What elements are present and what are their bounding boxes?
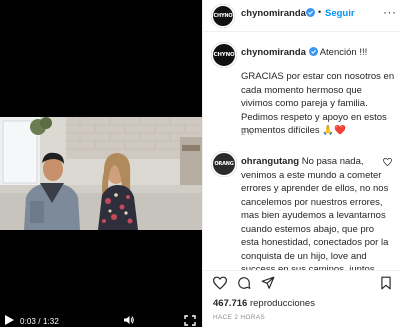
- play-icon[interactable]: [5, 315, 14, 325]
- volume-icon[interactable]: [124, 315, 134, 325]
- avatar-logo-text: ORANG: [214, 161, 234, 167]
- follow-button[interactable]: Seguir: [325, 8, 355, 19]
- post-date[interactable]: HACE 2 HORAS: [213, 314, 265, 321]
- bookmark-icon[interactable]: [379, 276, 393, 290]
- instagram-post-modal: 0:03 / 1:32 CHYNO chynomiranda • Seguir …: [0, 0, 400, 327]
- video-time-readout: 0:03 / 1:32: [20, 317, 59, 326]
- author-username[interactable]: chynomiranda: [241, 8, 306, 19]
- caption-author-avatar[interactable]: CHYNO: [211, 42, 237, 68]
- more-options-button[interactable]: ···: [383, 5, 397, 19]
- video-controls: 0:03 / 1:32: [0, 313, 202, 327]
- video-frame[interactable]: [0, 117, 202, 230]
- avatar-logo-text: CHYNO: [213, 52, 235, 58]
- comment-body: No pasa nada, venimos a este mundo a com…: [241, 156, 389, 289]
- commenter-username[interactable]: ohrangutang: [241, 156, 299, 167]
- verified-badge-icon: [308, 47, 318, 56]
- comment-icon[interactable]: [237, 276, 251, 290]
- caption-heading: chynomiranda Atención !!!: [241, 47, 396, 58]
- verified-badge-icon: [306, 8, 315, 17]
- commenter-avatar[interactable]: ORANG: [211, 151, 237, 177]
- caption-username[interactable]: chynomiranda: [241, 47, 306, 58]
- caption-timestamp[interactable]: 2 h: [241, 128, 252, 137]
- video-still-image: [0, 117, 202, 230]
- post-side-panel: CHYNO chynomiranda • Seguir ··· CHYNO ch…: [202, 0, 400, 327]
- comment-like-heart-icon[interactable]: [383, 158, 392, 166]
- caption-body: GRACIAS por estar con nosotros en cada m…: [241, 71, 395, 136]
- share-icon[interactable]: [261, 276, 275, 290]
- video-player[interactable]: 0:03 / 1:32: [0, 0, 202, 327]
- view-count[interactable]: 467.716 reproducciones: [213, 298, 315, 309]
- author-avatar[interactable]: CHYNO: [211, 4, 235, 28]
- header-separator: •: [318, 7, 322, 17]
- view-count-number: 467.716: [213, 298, 248, 309]
- heart-icon[interactable]: [213, 276, 227, 290]
- fullscreen-icon[interactable]: [184, 315, 196, 326]
- view-count-label: reproducciones: [249, 298, 315, 309]
- post-actions-bar: 467.716 reproducciones HACE 2 HORAS: [203, 270, 400, 327]
- avatar-logo-text: CHYNO: [213, 13, 233, 19]
- post-header: CHYNO chynomiranda • Seguir ···: [203, 0, 400, 32]
- caption-title: Atención !!!: [319, 47, 368, 58]
